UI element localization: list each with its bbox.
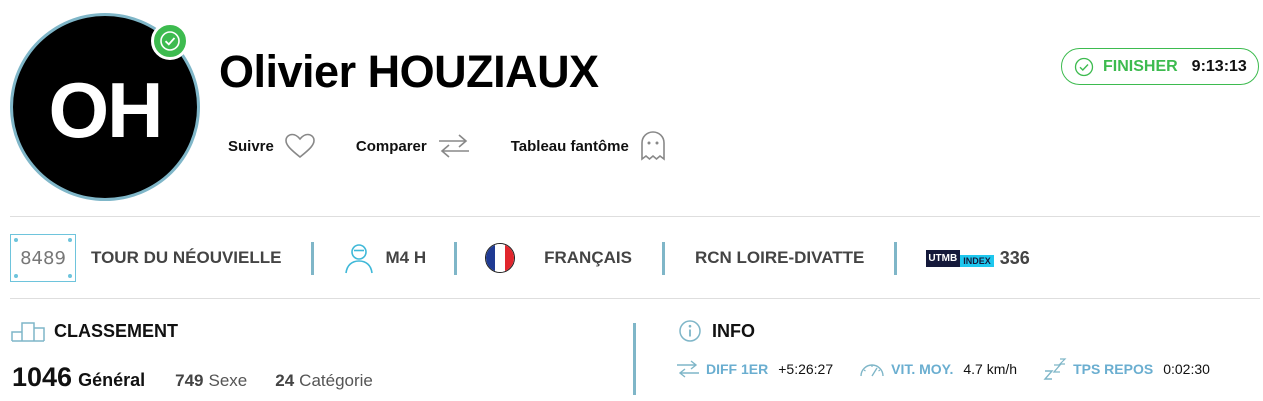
separator	[454, 241, 458, 275]
compare-label: Comparer	[355, 137, 427, 155]
ranking-values: 1046 Général 749 Sexe 24 Catégorie	[12, 362, 401, 393]
general-rank-label: Général	[78, 370, 146, 390]
divider	[10, 298, 1260, 299]
separator	[894, 241, 898, 275]
club-name: RCN LOIRE-DIVATTE	[694, 248, 865, 267]
bib-value: 8489	[20, 247, 66, 269]
divider	[10, 216, 1260, 217]
diff-first-value: +5:26:27	[778, 361, 834, 377]
utmb-index-value: 336	[999, 247, 1030, 268]
finisher-label: FINISHER	[1103, 57, 1178, 75]
utmb-index-logo-text: INDEX	[960, 254, 994, 267]
general-rank-value: 1046	[12, 362, 73, 392]
diff-first-label: DIFF 1ER	[706, 361, 769, 377]
verified-check-icon	[151, 22, 189, 60]
rest-time-value: 0:02:30	[1163, 361, 1210, 377]
diff-first-stat: DIFF 1ER +5:26:27	[676, 358, 833, 380]
sex-rank-label: Sexe	[208, 371, 248, 390]
flag-france-icon	[485, 243, 516, 273]
finisher-time: 9:13:13	[1191, 57, 1247, 75]
utmb-index-logo: UTMB INDEX	[926, 249, 994, 267]
info-bar: 8489 TOUR DU NÉOUVIELLE M4 H FRANÇAIS RC…	[10, 234, 1030, 282]
utmb-logo-text: UTMB	[926, 249, 961, 267]
speedometer-icon	[860, 364, 884, 377]
follow-button[interactable]: Suivre	[228, 132, 316, 160]
separator	[661, 241, 665, 275]
follow-label: Suivre	[228, 137, 274, 155]
info-title: INFO	[712, 321, 755, 341]
compare-button[interactable]: Comparer	[356, 132, 471, 160]
arrows-exchange-icon	[438, 134, 469, 158]
athlete-name: Olivier HOUZIAUX	[219, 46, 599, 97]
avg-speed-stat: VIT. MOY. 4.7 km/h	[859, 359, 1017, 379]
ghost-icon	[640, 131, 665, 161]
info-circle-icon	[679, 320, 701, 342]
podium-icon	[11, 322, 45, 342]
avg-speed-value: 4.7 km/h	[963, 361, 1018, 377]
category-rank-value: 24	[275, 371, 295, 390]
race-name[interactable]: TOUR DU NÉOUVIELLE	[91, 248, 281, 268]
rest-time-stat: TPS REPOS 0:02:30	[1043, 357, 1210, 381]
runner-person-icon	[345, 244, 374, 274]
check-circle-icon	[1074, 57, 1094, 76]
avatar-initials: OH	[48, 65, 164, 154]
ghost-table-button[interactable]: Tableau fantôme	[511, 130, 667, 162]
bib-number: 8489	[10, 234, 76, 282]
finisher-badge: FINISHER 9:13:13	[1061, 48, 1259, 85]
sleep-zzz-icon	[1043, 358, 1067, 380]
heart-icon	[285, 133, 315, 159]
ghost-table-label: Tableau fantôme	[510, 137, 629, 155]
ranking-title: CLASSEMENT	[54, 321, 179, 341]
category-rank-label: Catégorie	[299, 371, 373, 390]
arrows-exchange-icon	[677, 360, 699, 378]
info-stats: DIFF 1ER +5:26:27 VIT. MOY. 4.7 km/h TPS…	[676, 357, 1236, 381]
section-divider	[633, 323, 636, 395]
action-bar: Suivre Comparer Tableau fantôme	[228, 130, 707, 162]
separator	[311, 241, 315, 275]
category-value: M4 H	[385, 248, 427, 267]
sex-rank-value: 749	[175, 371, 204, 390]
rest-time-label: TPS REPOS	[1073, 361, 1154, 377]
nationality: FRANÇAIS	[544, 248, 632, 267]
avg-speed-label: VIT. MOY.	[891, 361, 954, 377]
